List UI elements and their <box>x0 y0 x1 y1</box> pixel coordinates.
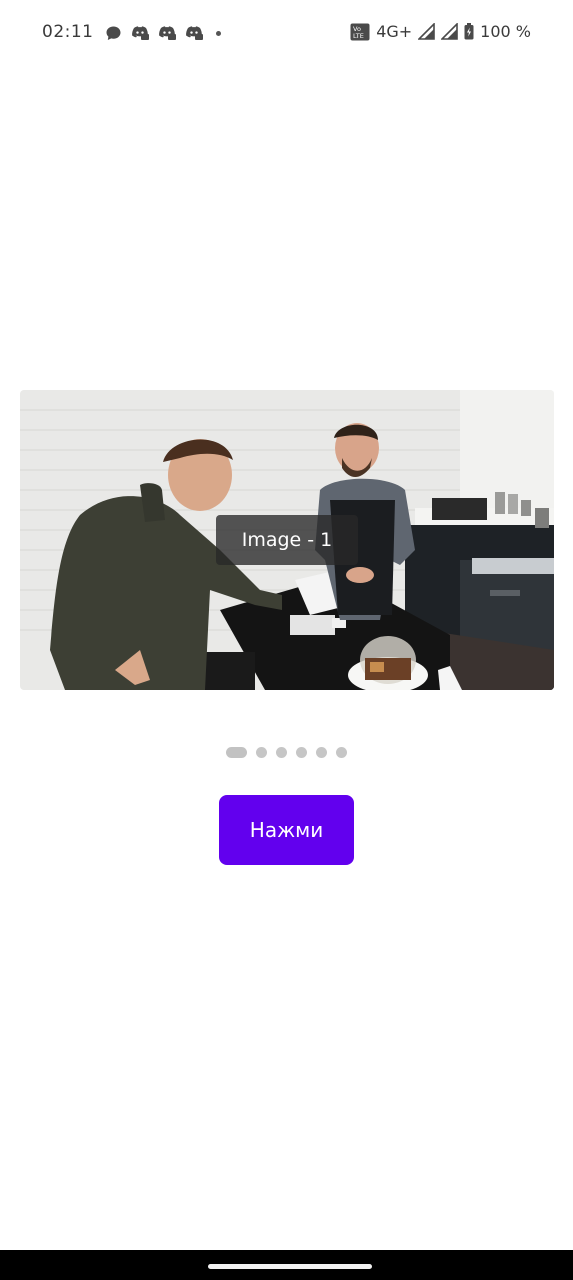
discord-icon <box>131 24 149 42</box>
pager-dot[interactable] <box>256 747 267 758</box>
battery-charging-icon <box>464 23 474 40</box>
pager-dot[interactable] <box>276 747 287 758</box>
navigation-bar <box>0 1250 573 1280</box>
screen: 02:11 Vo LTE 4G+ 100 % Image - 1 Нажми <box>0 0 573 1280</box>
carousel-pager <box>226 747 347 758</box>
status-indicators: Vo LTE 4G+ 100 % <box>350 22 531 41</box>
network-type: 4G+ <box>376 22 413 41</box>
home-gesture-handle[interactable] <box>208 1264 372 1269</box>
discord-icon <box>158 24 176 42</box>
svg-text:LTE: LTE <box>353 32 364 40</box>
status-time: 02:11 <box>42 22 94 42</box>
notification-icons <box>104 24 221 42</box>
more-notifications-dot-icon <box>216 30 221 36</box>
slide-label: Image - 1 <box>216 515 358 565</box>
pager-dot[interactable] <box>296 747 307 758</box>
battery-level: 100 % <box>480 22 531 41</box>
press-button[interactable]: Нажми <box>219 795 354 865</box>
pager-dot[interactable] <box>336 747 347 758</box>
discord-icon <box>185 24 203 42</box>
image-carousel[interactable]: Image - 1 <box>20 390 554 690</box>
signal-icon <box>441 23 458 40</box>
message-icon <box>104 24 122 42</box>
status-bar: 02:11 Vo LTE 4G+ 100 % <box>0 0 573 66</box>
volte-icon: Vo LTE <box>350 23 370 41</box>
pager-dot-active[interactable] <box>226 747 247 758</box>
pager-dot[interactable] <box>316 747 327 758</box>
signal-icon <box>418 23 435 40</box>
